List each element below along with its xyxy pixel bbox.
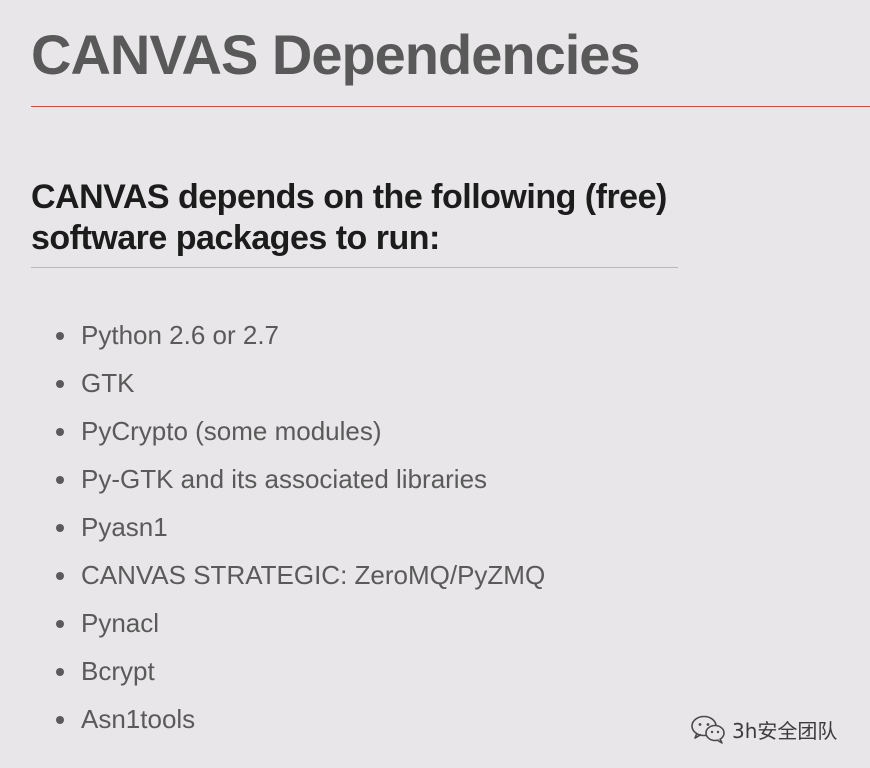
list-item: Bcrypt	[0, 647, 545, 695]
list-item-label: Py-GTK and its associated libraries	[81, 464, 488, 494]
list-item-label: Python 2.6 or 2.7	[81, 320, 280, 350]
package-list: Python 2.6 or 2.7 GTK PyCrypto (some mod…	[0, 311, 545, 743]
watermark-text: 3h安全团队	[732, 718, 838, 743]
bullet-icon	[56, 620, 64, 628]
list-item: Asn1tools	[0, 695, 545, 743]
list-item-label: Pyasn1	[81, 512, 168, 542]
bullet-icon	[56, 428, 64, 436]
bullet-icon	[56, 332, 64, 340]
list-item: Pynacl	[0, 599, 545, 647]
bullet-icon	[56, 668, 64, 676]
section-heading: CANVAS depends on the following (free) s…	[31, 178, 667, 257]
list-item: PyCrypto (some modules)	[0, 407, 545, 455]
list-item-label: PyCrypto (some modules)	[81, 416, 382, 446]
list-item-label: Pynacl	[81, 608, 160, 638]
bullet-icon	[56, 524, 64, 532]
list-item-label: Asn1tools	[81, 704, 196, 734]
wechat-icon	[691, 715, 725, 744]
list-item: CANVAS STRATEGIC: ZeroMQ/PyZMQ	[0, 551, 545, 599]
page-title: CANVAS Dependencies	[31, 23, 641, 86]
list-item: GTK	[0, 359, 545, 407]
watermark: 3h安全团队	[690, 712, 837, 746]
bullet-icon	[56, 476, 64, 484]
title-divider	[31, 106, 870, 107]
list-item: Py-GTK and its associated libraries	[0, 455, 545, 503]
list-item-label: Bcrypt	[81, 656, 155, 686]
bullet-icon	[56, 572, 64, 580]
list-item: Python 2.6 or 2.7	[0, 311, 545, 359]
bullet-icon	[56, 380, 64, 388]
list-item: Pyasn1	[0, 503, 545, 551]
list-item-label: GTK	[81, 368, 135, 398]
list-item-label: CANVAS STRATEGIC: ZeroMQ/PyZMQ	[81, 560, 546, 590]
bullet-icon	[56, 716, 64, 724]
heading-divider	[31, 267, 678, 268]
